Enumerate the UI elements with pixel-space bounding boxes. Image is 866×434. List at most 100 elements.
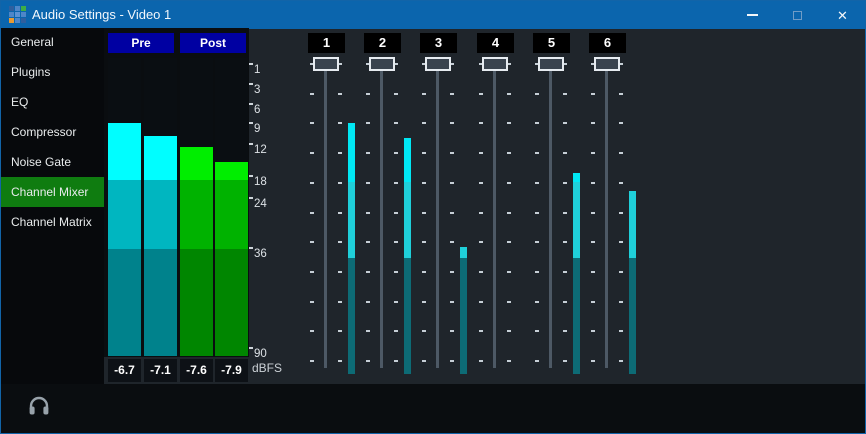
fader-tick (422, 360, 426, 362)
fader-tick (507, 271, 511, 273)
fader-tick (422, 330, 426, 332)
fader-tick (366, 241, 370, 243)
fader-tick (450, 301, 454, 303)
fader-tick (591, 122, 595, 124)
window-title: Audio Settings - Video 1 (32, 7, 171, 22)
sidebar-item-compressor[interactable]: Compressor (1, 117, 104, 147)
fader-tick (310, 93, 314, 95)
titlebar: Audio Settings - Video 1 ✕ (1, 1, 865, 29)
fader-tick (394, 301, 398, 303)
scale-tick (249, 63, 253, 65)
fader-tick (450, 152, 454, 154)
fader-tick (479, 241, 483, 243)
fader-track[interactable] (380, 59, 383, 368)
fader-tick (563, 122, 567, 124)
scale-tick-label: 12 (254, 144, 267, 156)
sidebar-item-general[interactable]: General (1, 27, 104, 57)
fader-tick (479, 93, 483, 95)
fader-tick (619, 152, 623, 154)
fader-handle[interactable] (369, 57, 395, 71)
fader-handle[interactable] (538, 57, 564, 71)
sidebar-item-channel-matrix[interactable]: Channel Matrix (1, 207, 104, 237)
fader-tick (450, 93, 454, 95)
fader-track[interactable] (605, 59, 608, 368)
sidebar-item-plugins[interactable]: Plugins (1, 57, 104, 87)
sidebar-item-eq[interactable]: EQ (1, 87, 104, 117)
fader-tick (366, 271, 370, 273)
fader-tick (507, 241, 511, 243)
sidebar-item-noise-gate[interactable]: Noise Gate (1, 147, 104, 177)
meter-bar (144, 136, 177, 356)
fader-tick (591, 212, 595, 214)
fader-track[interactable] (436, 59, 439, 368)
fader-tick (450, 330, 454, 332)
fader-tick (422, 241, 426, 243)
fader-tick (619, 241, 623, 243)
fader-track[interactable] (549, 59, 552, 368)
close-window-button[interactable]: ✕ (820, 1, 865, 29)
fader-tick (310, 122, 314, 124)
fader-tick (563, 212, 567, 214)
meter-bar (215, 162, 248, 356)
fader-tick (394, 241, 398, 243)
app-logo-cell (15, 6, 20, 11)
minimize-button[interactable] (730, 1, 775, 29)
fader-handle[interactable] (482, 57, 508, 71)
fader-tick (507, 212, 511, 214)
fader-tick (535, 241, 539, 243)
fader-tick (338, 360, 342, 362)
sidebar-item-channel-mixer[interactable]: Channel Mixer (1, 177, 104, 207)
app-logo-cell (9, 18, 14, 23)
app-logo-cell (21, 6, 26, 11)
channel-header: 5 (533, 33, 570, 53)
meter-group-header-pre: Pre (108, 33, 174, 53)
fader-tick (450, 360, 454, 362)
fader-handle[interactable] (425, 57, 451, 71)
meter-group-header-post: Post (180, 33, 246, 53)
fader-tick (422, 212, 426, 214)
fader-tick (394, 330, 398, 332)
fader-tick (338, 241, 342, 243)
fader-tick (366, 212, 370, 214)
fader-handle[interactable] (313, 57, 339, 71)
fader-tick (507, 301, 511, 303)
fader-tick (366, 122, 370, 124)
scale-tick-label: 18 (254, 176, 267, 188)
fader-tick (310, 360, 314, 362)
fader-tick (535, 152, 539, 154)
scale-tick (249, 175, 253, 177)
audio-settings-window: Audio Settings - Video 1 ✕ GeneralPlugin… (0, 0, 866, 434)
fader-tick (619, 93, 623, 95)
fader-tick (310, 271, 314, 273)
scale-tick-label: 24 (254, 198, 267, 210)
fader-tick (394, 93, 398, 95)
channel-meter (573, 173, 580, 374)
fader-tick (479, 330, 483, 332)
fader-tick (563, 93, 567, 95)
fader-tick (310, 241, 314, 243)
fader-tick (507, 122, 511, 124)
fader-tick (338, 152, 342, 154)
fader-tick (310, 182, 314, 184)
scale-tick-label: 1 (254, 64, 260, 76)
fader-tick (338, 271, 342, 273)
fader-tick (591, 271, 595, 273)
fader-handle[interactable] (594, 57, 620, 71)
maximize-button[interactable] (775, 1, 820, 29)
headphones-icon[interactable] (27, 393, 51, 417)
fader-tick (366, 93, 370, 95)
scale-tick-label: 36 (254, 248, 267, 260)
fader-tick (450, 271, 454, 273)
fader-tick (563, 360, 567, 362)
fader-tick (422, 301, 426, 303)
fader-tick (535, 360, 539, 362)
fader-tick (422, 93, 426, 95)
fader-tick (422, 122, 426, 124)
scale-tick (249, 347, 253, 349)
fader-tick (619, 330, 623, 332)
fader-track[interactable] (324, 59, 327, 368)
fader-tick (450, 182, 454, 184)
app-logo-cell (15, 12, 20, 17)
fader-track[interactable] (493, 59, 496, 368)
channel-header: 4 (477, 33, 514, 53)
